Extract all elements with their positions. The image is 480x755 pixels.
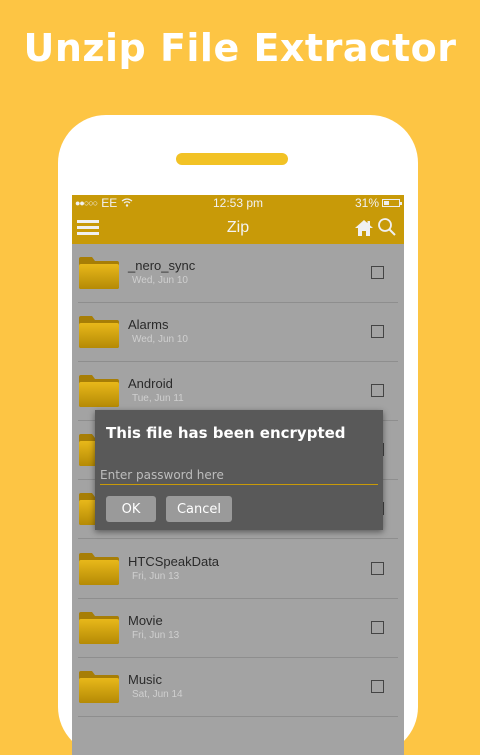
- file-checkbox[interactable]: [371, 266, 384, 279]
- file-name: Android: [128, 376, 173, 391]
- phone-speaker: [176, 153, 288, 165]
- row-divider: [78, 538, 398, 539]
- file-date: Fri, Jun 13: [132, 571, 180, 582]
- search-icon[interactable]: [377, 217, 397, 237]
- promo-headline: Unzip File Extractor: [23, 26, 457, 70]
- file-name: _nero_sync: [128, 258, 196, 273]
- file-name: Movie: [128, 613, 163, 628]
- file-checkbox[interactable]: [371, 680, 384, 693]
- file-date: Tue, Jun 11: [132, 393, 184, 404]
- row-divider: [78, 716, 398, 717]
- file-date: Wed, Jun 10: [132, 334, 188, 345]
- file-row[interactable]: Movie Fri, Jun 13: [72, 599, 404, 658]
- file-checkbox[interactable]: [371, 621, 384, 634]
- file-date: Wed, Jun 10: [132, 275, 188, 286]
- folder-icon: [79, 612, 119, 644]
- ok-button[interactable]: OK: [106, 496, 156, 522]
- battery-percent: 31%: [354, 196, 379, 210]
- file-date: Fri, Jun 13: [132, 630, 180, 641]
- cancel-button[interactable]: Cancel: [166, 496, 232, 522]
- app-toolbar: Zip: [72, 212, 404, 244]
- folder-icon: [79, 375, 119, 407]
- password-dialog: This file has been encrypted OK Cancel: [95, 410, 383, 530]
- dialog-title: This file has been encrypted: [106, 424, 346, 442]
- app-screen: ●●○○○ EE 12:53 pm 31% Zip _nero_syncWed: [72, 195, 404, 755]
- file-name: Alarms: [128, 317, 169, 332]
- status-bar: ●●○○○ EE 12:53 pm 31%: [72, 195, 404, 212]
- file-date: Sat, Jun 14: [132, 689, 183, 700]
- file-checkbox[interactable]: [371, 384, 384, 397]
- file-name: Music: [128, 672, 162, 687]
- phone-frame: ●●○○○ EE 12:53 pm 31% Zip _nero_syncWed: [58, 115, 418, 755]
- folder-icon: [79, 257, 119, 289]
- file-row[interactable]: Alarms Wed, Jun 10: [72, 303, 404, 362]
- file-row[interactable]: HTCSpeakData Fri, Jun 13: [72, 540, 404, 599]
- folder-icon: [79, 553, 119, 585]
- file-checkbox[interactable]: [371, 325, 384, 338]
- folder-icon: [79, 671, 119, 703]
- folder-icon: [79, 316, 119, 348]
- file-row[interactable]: _nero_sync Wed, Jun 10: [72, 244, 404, 303]
- battery-icon: [382, 199, 402, 207]
- password-input[interactable]: [100, 466, 378, 485]
- file-name: HTCSpeakData: [128, 554, 220, 569]
- file-row[interactable]: Music Sat, Jun 14: [72, 658, 404, 717]
- home-icon[interactable]: [354, 218, 374, 238]
- file-checkbox[interactable]: [371, 562, 384, 575]
